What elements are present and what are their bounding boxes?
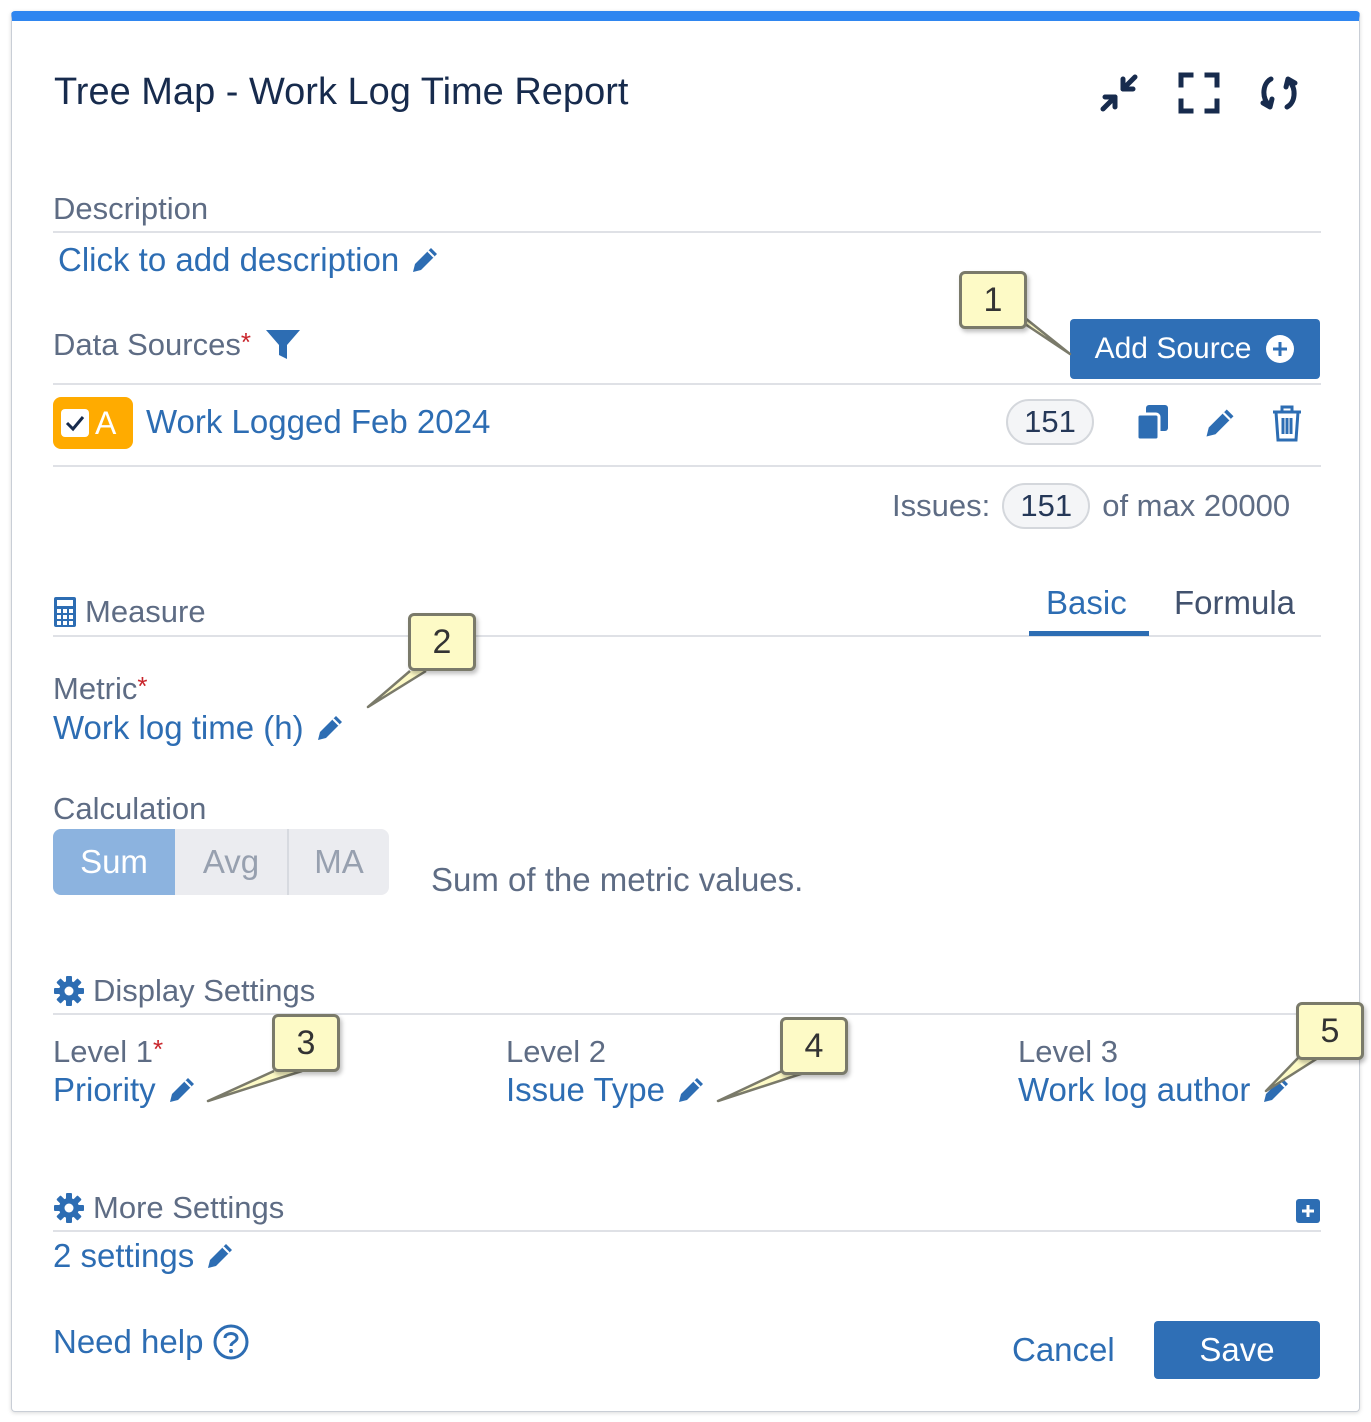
- calc-option-avg[interactable]: Avg: [175, 829, 287, 895]
- callout-5: 5: [1296, 1002, 1364, 1060]
- edit-source-pencil-icon[interactable]: [1202, 405, 1238, 441]
- pencil-icon: [679, 1078, 703, 1102]
- need-help-text: Need help: [53, 1323, 204, 1360]
- source-name: Work Logged Feb 2024: [146, 403, 491, 440]
- level-1-link[interactable]: Priority: [53, 1071, 198, 1109]
- callout-1: 1: [959, 271, 1027, 329]
- description-label: Description: [53, 191, 208, 227]
- source-count-badge: 151: [1006, 399, 1094, 445]
- metric-label-text: Metric*: [53, 671, 148, 707]
- description-label-text: Description: [53, 191, 209, 226]
- tab-formula[interactable]: Formula: [1174, 584, 1295, 622]
- level-1-label: Level 1*: [53, 1034, 163, 1070]
- metric-value: Work log time (h): [53, 709, 304, 746]
- level-1-label-inner: Level 1: [53, 1034, 153, 1069]
- pencil-icon: [1264, 1078, 1289, 1102]
- more-settings-link[interactable]: 2 settings: [53, 1237, 236, 1275]
- copy-icon[interactable]: [1134, 403, 1172, 443]
- display-settings-label: Display Settings: [53, 973, 315, 1009]
- required-mark: *: [240, 327, 251, 357]
- pencil-icon: [413, 248, 438, 272]
- add-description-link[interactable]: Click to add description: [58, 241, 441, 279]
- metric-link[interactable]: Work log time (h): [53, 709, 346, 747]
- filter-funnel-icon[interactable]: [265, 328, 301, 362]
- add-source-label: Add Source: [1094, 332, 1252, 365]
- calc-option-sum[interactable]: Sum: [53, 829, 175, 895]
- data-sources-divider: [53, 383, 1321, 385]
- calculator-icon: [54, 597, 76, 627]
- pencil-icon: [208, 1244, 233, 1268]
- source-row-divider: [53, 465, 1321, 467]
- issues-summary: Issues: 151 of max 20000: [892, 483, 1290, 529]
- measure-label: Measure: [53, 594, 206, 630]
- more-settings-label: More Settings: [53, 1190, 284, 1226]
- calculation-label: Calculation: [53, 791, 206, 827]
- data-sources-label: Data Sources*: [53, 327, 301, 363]
- level-3-label-text: Level 3: [1018, 1034, 1118, 1069]
- issues-label: Issues:: [892, 488, 991, 523]
- gear-icon: [54, 976, 84, 1006]
- more-settings-divider: [53, 1230, 1321, 1232]
- add-description-text: Click to add description: [58, 241, 400, 278]
- level-3-label: Level 3: [1018, 1034, 1118, 1070]
- source-badge[interactable]: A: [53, 397, 133, 449]
- calc-option-ma[interactable]: MA: [287, 829, 389, 895]
- source-count: 151: [1024, 404, 1076, 439]
- measure-label-text: Measure: [85, 594, 206, 629]
- display-settings-divider: [53, 1013, 1321, 1015]
- level-3-value: Work log author: [1018, 1071, 1251, 1108]
- checkmark-icon: [65, 416, 85, 432]
- source-name-link[interactable]: Work Logged Feb 2024: [146, 403, 490, 441]
- plus-circle-icon: [1266, 335, 1295, 363]
- source-letter: A: [95, 404, 117, 441]
- callout-2: 2: [408, 613, 476, 671]
- tab-basic-underline: [1029, 631, 1149, 636]
- calculation-segmented-control: Sum Avg MA: [53, 829, 389, 895]
- issues-max: of max 20000: [1102, 488, 1291, 523]
- fullscreen-button[interactable]: [1175, 69, 1223, 117]
- calculation-label-text: Calculation: [53, 791, 207, 826]
- collapse-button[interactable]: [1095, 69, 1143, 117]
- tab-basic[interactable]: Basic: [1046, 584, 1127, 622]
- dialog-title: Tree Map - Work Log Time Report: [54, 71, 629, 113]
- level-3-link[interactable]: Work log author: [1018, 1071, 1292, 1109]
- display-settings-label-text: Display Settings: [93, 973, 316, 1008]
- level-1-required-mark: *: [152, 1034, 164, 1064]
- level-2-label-text: Level 2: [506, 1034, 606, 1069]
- save-button[interactable]: Save: [1154, 1321, 1320, 1379]
- refresh-icon: [1260, 76, 1298, 110]
- level-1-label-text: Level 1*: [53, 1034, 163, 1070]
- need-help-link[interactable]: Need help: [53, 1323, 249, 1361]
- question-circle-icon: [213, 1324, 249, 1360]
- fullscreen-icon: [1178, 72, 1220, 114]
- metric-label: Metric*: [53, 671, 148, 707]
- level-2-label: Level 2: [506, 1034, 606, 1070]
- calculation-hint: Sum of the metric values.: [431, 861, 804, 898]
- metric-required-mark: *: [137, 671, 148, 701]
- data-sources-label-text: Data Sources*: [53, 327, 251, 363]
- more-settings-value: 2 settings: [53, 1237, 195, 1274]
- pencil-icon: [317, 716, 342, 740]
- collapse-arrows-icon: [1100, 74, 1138, 112]
- cancel-button[interactable]: Cancel: [1012, 1331, 1115, 1369]
- issues-count: 151: [1002, 483, 1091, 529]
- refresh-button[interactable]: [1255, 69, 1303, 117]
- pencil-icon: [169, 1078, 194, 1102]
- more-settings-label-text: More Settings: [93, 1190, 285, 1225]
- source-checkbox[interactable]: [61, 409, 89, 437]
- dialog: Tree Map - Work Log Time Report Descript…: [11, 11, 1364, 1412]
- plus-square-icon[interactable]: [1296, 1199, 1320, 1223]
- level-1-value: Priority: [53, 1071, 156, 1108]
- metric-label-inner: Metric: [53, 671, 138, 706]
- level-2-value: Issue Type: [506, 1071, 665, 1108]
- callout-3: 3: [272, 1014, 340, 1072]
- callout-4: 4: [780, 1017, 848, 1075]
- gear-icon: [54, 1193, 84, 1223]
- level-2-link[interactable]: Issue Type: [506, 1071, 707, 1109]
- trash-icon[interactable]: [1270, 403, 1304, 443]
- description-divider: [53, 231, 1321, 233]
- add-source-button[interactable]: Add Source: [1070, 319, 1320, 379]
- data-sources-text: Data Sources: [53, 327, 241, 362]
